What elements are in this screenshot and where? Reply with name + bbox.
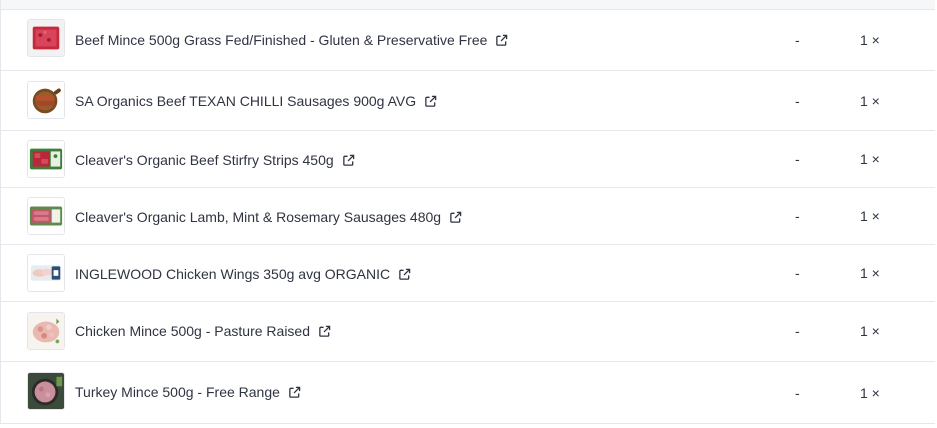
price-value: - bbox=[795, 93, 800, 109]
table-row: Cleaver's Organic Lamb, Mint & Rosemary … bbox=[1, 188, 935, 245]
product-name-link[interactable]: Beef Mince 500g Grass Fed/Finished - Glu… bbox=[75, 31, 508, 49]
price-value: - bbox=[795, 208, 800, 224]
table-row: SA Organics Beef TEXAN CHILLI Sausages 9… bbox=[1, 71, 935, 131]
product-name: Beef Mince 500g Grass Fed/Finished - Glu… bbox=[75, 32, 488, 48]
quantity-value: 1 × bbox=[860, 265, 880, 281]
product-name: Chicken Mince 500g - Pasture Raised bbox=[75, 323, 311, 339]
table-row: Cleaver's Organic Beef Stirfry Strips 45… bbox=[1, 131, 935, 188]
table-row: Turkey Mince 500g - Free Range - 1 × bbox=[1, 362, 935, 423]
product-name-link[interactable]: Cleaver's Organic Beef Stirfry Strips 45… bbox=[75, 151, 355, 169]
external-link-icon[interactable] bbox=[449, 211, 462, 224]
product-name-link[interactable]: Chicken Mince 500g - Pasture Raised bbox=[75, 322, 331, 340]
price-value: - bbox=[795, 323, 800, 339]
quantity-value: 1 × bbox=[860, 385, 880, 401]
price-value: - bbox=[795, 265, 800, 281]
product-thumbnail bbox=[27, 19, 65, 57]
product-name-link[interactable]: SA Organics Beef TEXAN CHILLI Sausages 9… bbox=[75, 92, 437, 110]
product-thumbnail bbox=[27, 140, 65, 178]
product-name-link[interactable]: Turkey Mince 500g - Free Range bbox=[75, 383, 301, 401]
price-value: - bbox=[795, 385, 800, 401]
external-link-icon[interactable] bbox=[424, 95, 437, 108]
quantity-value: 1 × bbox=[860, 32, 880, 48]
quantity-value: 1 × bbox=[860, 151, 880, 167]
quantity-value: 1 × bbox=[860, 208, 880, 224]
external-link-icon[interactable] bbox=[342, 154, 355, 167]
product-name-link[interactable]: Cleaver's Organic Lamb, Mint & Rosemary … bbox=[75, 208, 462, 226]
product-thumbnail bbox=[27, 81, 65, 119]
order-items-panel: Beef Mince 500g Grass Fed/Finished - Glu… bbox=[0, 0, 935, 424]
product-thumbnail bbox=[27, 254, 65, 292]
external-link-icon[interactable] bbox=[398, 268, 411, 281]
external-link-icon[interactable] bbox=[318, 325, 331, 338]
external-link-icon[interactable] bbox=[495, 34, 508, 47]
product-name: SA Organics Beef TEXAN CHILLI Sausages 9… bbox=[75, 93, 417, 109]
price-value: - bbox=[795, 151, 800, 167]
quantity-value: 1 × bbox=[860, 323, 880, 339]
price-value: - bbox=[795, 32, 800, 48]
table-header-strip bbox=[1, 0, 935, 10]
product-thumbnail bbox=[27, 312, 65, 350]
product-name: Turkey Mince 500g - Free Range bbox=[75, 384, 280, 400]
product-thumbnail bbox=[27, 372, 65, 410]
product-name: INGLEWOOD Chicken Wings 350g avg ORGANIC bbox=[75, 266, 391, 282]
table-row: Beef Mince 500g Grass Fed/Finished - Glu… bbox=[1, 10, 935, 71]
product-name: Cleaver's Organic Lamb, Mint & Rosemary … bbox=[75, 209, 442, 225]
table-row: Chicken Mince 500g - Pasture Raised - 1 … bbox=[1, 302, 935, 362]
quantity-value: 1 × bbox=[860, 93, 880, 109]
table-row: INGLEWOOD Chicken Wings 350g avg ORGANIC… bbox=[1, 245, 935, 302]
product-name: Cleaver's Organic Beef Stirfry Strips 45… bbox=[75, 152, 334, 168]
product-name-link[interactable]: INGLEWOOD Chicken Wings 350g avg ORGANIC bbox=[75, 265, 411, 283]
product-thumbnail bbox=[27, 197, 65, 235]
external-link-icon[interactable] bbox=[288, 386, 301, 399]
